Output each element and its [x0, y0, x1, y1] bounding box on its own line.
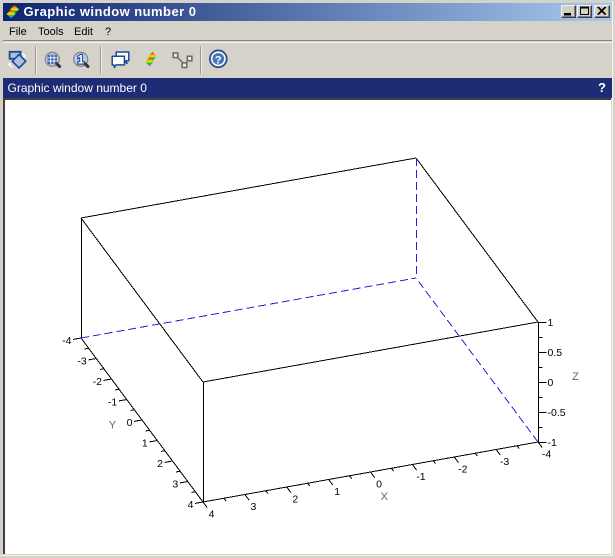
svg-text:Z: Z: [572, 371, 579, 383]
svg-text:1: 1: [142, 438, 148, 450]
svg-text:-2: -2: [458, 463, 467, 475]
svg-text:-1: -1: [548, 437, 557, 449]
svg-text:0: 0: [548, 377, 554, 389]
svg-text:-1: -1: [416, 471, 425, 483]
svg-text:4: 4: [209, 508, 215, 520]
svg-text:-3: -3: [77, 356, 86, 368]
svg-text:Y: Y: [109, 419, 117, 431]
svg-text:1: 1: [78, 54, 85, 66]
svg-text:3: 3: [172, 479, 178, 491]
svg-text:4: 4: [188, 499, 194, 511]
svg-text:-0.5: -0.5: [548, 407, 566, 419]
svg-text:0: 0: [127, 417, 133, 429]
svg-text:2: 2: [157, 458, 163, 470]
svg-text:3: 3: [250, 501, 256, 513]
svg-text:0: 0: [376, 478, 382, 490]
svg-text:1: 1: [548, 317, 554, 329]
svg-text:-2: -2: [93, 376, 102, 388]
svg-text:1: 1: [334, 486, 340, 498]
svg-text:?: ?: [215, 54, 222, 66]
svg-text:-3: -3: [500, 456, 509, 468]
svg-text:0.5: 0.5: [548, 347, 563, 359]
svg-text:X: X: [381, 491, 389, 503]
svg-text:-1: -1: [108, 397, 117, 409]
svg-text:-4: -4: [542, 448, 551, 460]
svg-text:-4: -4: [62, 335, 71, 347]
svg-text:2: 2: [292, 493, 298, 505]
